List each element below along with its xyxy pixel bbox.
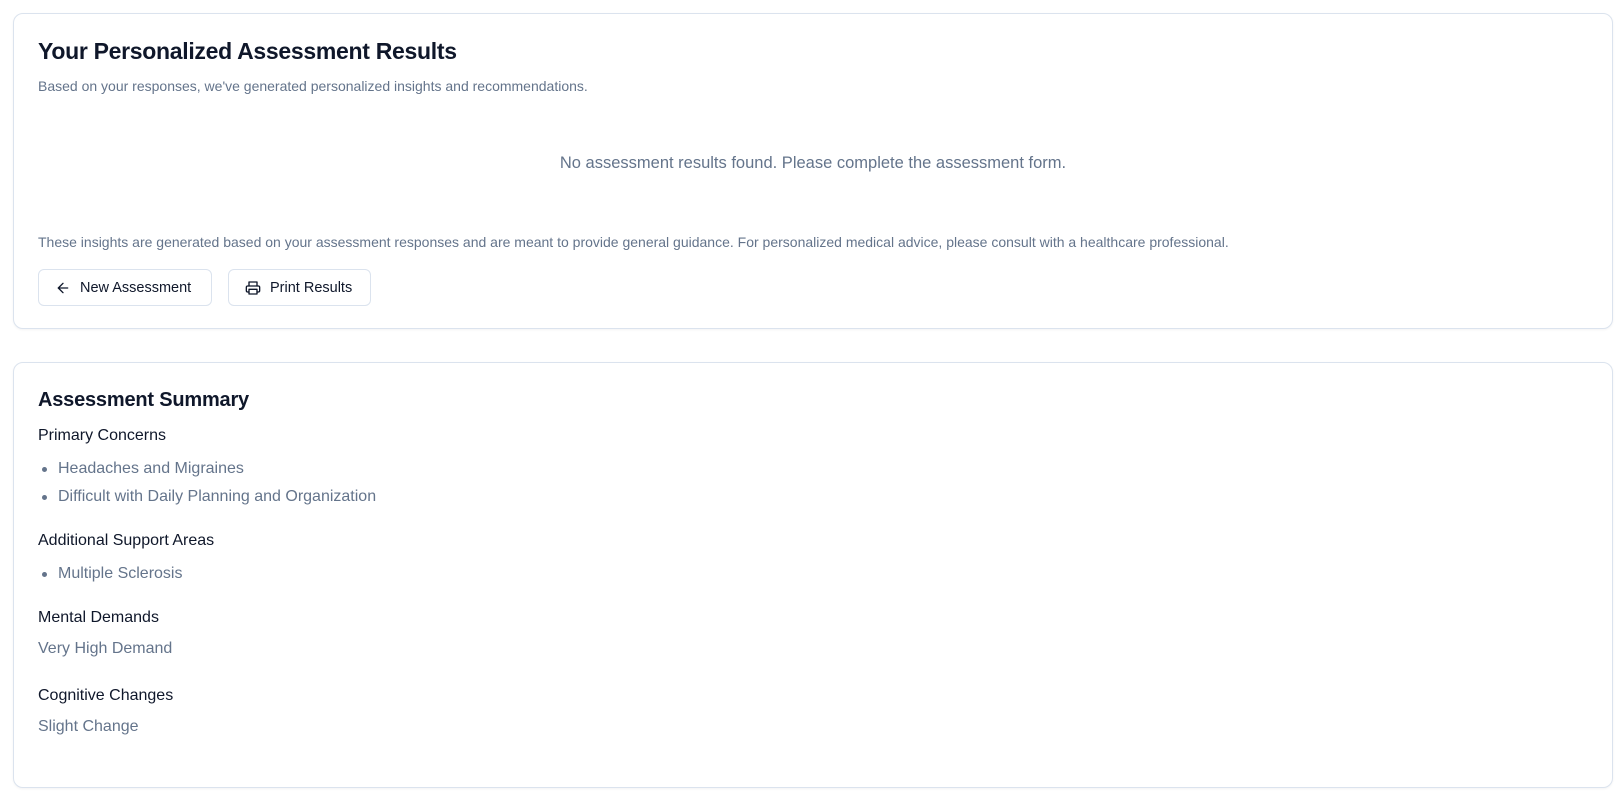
summary-title: Assessment Summary [38, 389, 249, 411]
summary-card: Assessment Summary Primary Concerns Head… [13, 362, 1613, 788]
new-assessment-label: New Assessment [80, 279, 192, 296]
primary-concerns-heading: Primary Concerns [38, 427, 167, 444]
additional-support-heading: Additional Support Areas [38, 532, 215, 549]
empty-results-message: No assessment results found. Please comp… [559, 154, 1067, 172]
mental-demands-value: Very High Demand [38, 640, 173, 657]
results-card: Your Personalized Assessment Results Bas… [13, 13, 1613, 329]
disclaimer-text: These insights are generated based on yo… [38, 234, 1229, 250]
additional-support-list: Multiple Sclerosis [41, 562, 182, 590]
cognitive-changes-heading: Cognitive Changes [38, 687, 174, 704]
list-item: Difficult with Daily Planning and Organi… [41, 485, 376, 513]
list-item: Multiple Sclerosis [41, 562, 182, 590]
print-results-button[interactable]: Print Results [228, 269, 371, 306]
page-subtitle: Based on your responses, we've generated… [38, 78, 588, 94]
mental-demands-heading: Mental Demands [38, 609, 159, 626]
primary-concerns-list: Headaches and Migraines Difficult with D… [41, 457, 376, 513]
list-item: Headaches and Migraines [41, 457, 376, 485]
print-results-label: Print Results [270, 279, 353, 296]
printer-icon [245, 280, 261, 296]
cognitive-changes-value: Slight Change [38, 718, 139, 735]
page-title: Your Personalized Assessment Results [38, 38, 457, 64]
new-assessment-button[interactable]: New Assessment [38, 269, 212, 306]
arrow-left-icon [55, 280, 71, 296]
